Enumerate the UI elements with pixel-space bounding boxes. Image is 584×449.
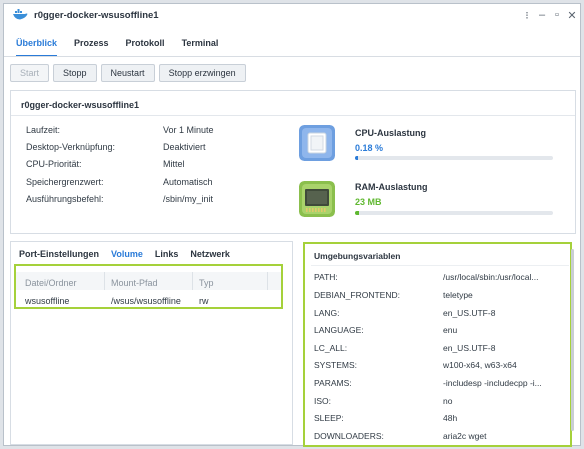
- start-button[interactable]: Start: [10, 64, 50, 82]
- env-key: PARAMS:: [314, 378, 352, 388]
- cpu-priority-value: Mittel: [163, 159, 185, 169]
- env-value: en_US.UTF-8: [443, 343, 496, 353]
- restart-button[interactable]: Neustart: [100, 64, 155, 82]
- cell-mount-path: /wsus/wsusoffline: [111, 296, 181, 306]
- memory-limit-value: Automatisch: [163, 177, 213, 187]
- env-key: PATH:: [314, 272, 338, 282]
- subtab-network[interactable]: Netzwerk: [190, 249, 230, 259]
- container-detail-window: r0gger-docker-wsusoffline1 ⁝ – ▫ ✕ Überb…: [3, 3, 581, 447]
- env-key: LANGUAGE:: [314, 325, 364, 335]
- ram-usage-bar: [355, 211, 553, 215]
- env-value: /usr/local/sbin:/usr/local...: [443, 272, 539, 282]
- desktop-shortcut-label: Desktop-Verknüpfung:: [26, 142, 116, 152]
- env-value: enu: [443, 325, 458, 335]
- cpu-chip-icon: [299, 125, 335, 161]
- env-value: aria2c wget: [443, 431, 487, 441]
- env-value: en_US.UTF-8: [443, 308, 496, 318]
- subtab-volume[interactable]: Volume: [111, 249, 143, 259]
- tab-overview[interactable]: Überblick: [16, 38, 58, 57]
- ram-usage-fill: [355, 211, 359, 215]
- env-key: SYSTEMS:: [314, 360, 357, 370]
- cell-file-folder: wsusoffline: [25, 296, 70, 306]
- panel-divider: [11, 115, 575, 116]
- tab-log[interactable]: Protokoll: [126, 38, 165, 57]
- subtab-links[interactable]: Links: [155, 249, 179, 259]
- ram-module-icon: [299, 181, 335, 217]
- stop-button[interactable]: Stopp: [53, 64, 97, 82]
- close-icon[interactable]: ✕: [565, 8, 579, 22]
- ram-usage-label: RAM-Auslastung: [355, 182, 428, 192]
- exec-command-value: /sbin/my_init: [163, 194, 214, 204]
- column-divider: [104, 272, 105, 290]
- container-name: r0gger-docker-wsusoffline1: [21, 100, 140, 110]
- env-value: no: [443, 396, 453, 406]
- column-header-file-folder[interactable]: Datei/Ordner: [25, 278, 77, 288]
- exec-command-label: Ausführungsbefehl:: [26, 194, 104, 204]
- tab-divider: [4, 56, 580, 57]
- panel-divider: [311, 265, 569, 266]
- cpu-usage-bar: [355, 156, 553, 160]
- column-header-mount-path[interactable]: Mount-Pfad: [111, 278, 158, 288]
- docker-whale-icon: [13, 9, 28, 20]
- env-value: teletype: [443, 290, 473, 300]
- settings-subtabs: Port-Einstellungen Volume Links Netzwerk: [19, 249, 230, 259]
- force-stop-button[interactable]: Stopp erzwingen: [158, 64, 246, 82]
- env-key: SLEEP:: [314, 413, 344, 423]
- uptime-label: Laufzeit:: [26, 125, 61, 135]
- ram-usage-value: 23 MB: [355, 197, 382, 207]
- tab-terminal[interactable]: Terminal: [182, 38, 219, 57]
- env-value: w100-x64, w63-x64: [443, 360, 517, 370]
- env-value: 48h: [443, 413, 458, 423]
- cpu-usage-fill: [355, 156, 358, 160]
- window-title: r0gger-docker-wsusoffline1: [34, 9, 159, 21]
- cell-type: rw: [199, 296, 209, 306]
- cpu-priority-label: CPU-Priorität:: [26, 159, 82, 169]
- cpu-usage-label: CPU-Auslastung: [355, 128, 427, 138]
- cpu-usage-value: 0.18 %: [355, 143, 384, 153]
- tab-process[interactable]: Prozess: [74, 38, 109, 57]
- maximize-icon[interactable]: ▫: [550, 8, 564, 22]
- env-key: LC_ALL:: [314, 343, 348, 353]
- env-key: ISO:: [314, 396, 332, 406]
- desktop-shortcut-value: Deaktiviert: [163, 142, 206, 152]
- env-key: LANG:: [314, 308, 340, 318]
- main-tabs: Überblick Prozess Protokoll Terminal: [16, 38, 218, 57]
- uptime-value: Vor 1 Minute: [163, 125, 214, 135]
- more-icon[interactable]: ⁝: [520, 8, 534, 22]
- column-header-type[interactable]: Typ: [199, 278, 214, 288]
- minimize-icon[interactable]: –: [535, 8, 549, 22]
- env-scrollbar[interactable]: [571, 249, 574, 431]
- action-toolbar: Start Stopp Neustart Stopp erzwingen: [10, 64, 246, 82]
- column-divider: [267, 272, 268, 290]
- memory-limit-label: Speichergrenzwert:: [26, 177, 104, 187]
- env-panel-title: Umgebungsvariablen: [314, 251, 401, 261]
- column-divider: [192, 272, 193, 290]
- title-bar[interactable]: r0gger-docker-wsusoffline1: [4, 4, 580, 26]
- env-key: DOWNLOADERS:: [314, 431, 384, 441]
- subtab-port-settings[interactable]: Port-Einstellungen: [19, 249, 99, 259]
- overview-panel: r0gger-docker-wsusoffline1 Laufzeit: Vor…: [10, 90, 576, 234]
- env-key: DEBIAN_FRONTEND:: [314, 290, 400, 300]
- env-value: -includesp -includecpp -i...: [443, 378, 542, 388]
